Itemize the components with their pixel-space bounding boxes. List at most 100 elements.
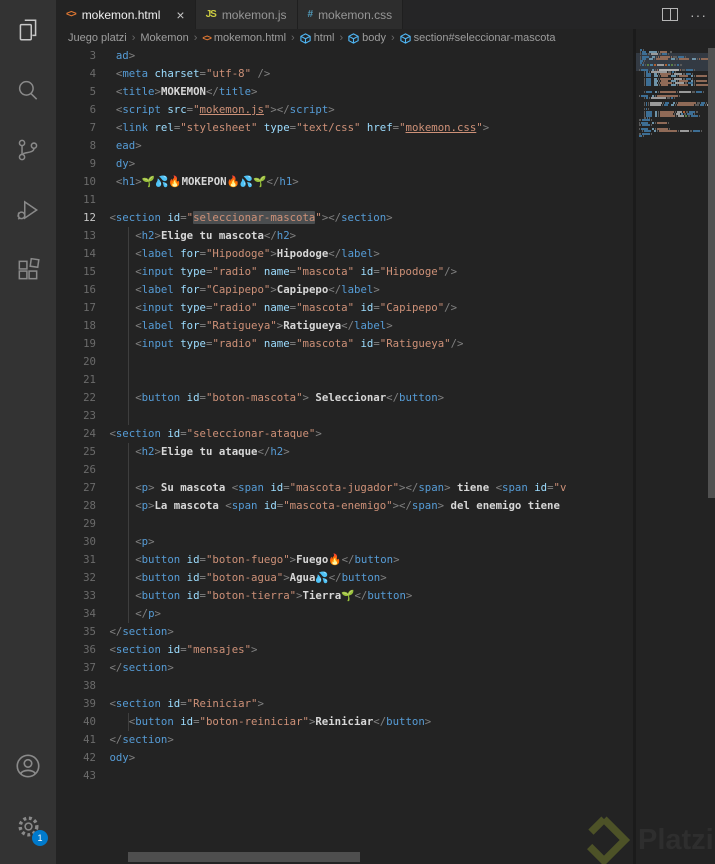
settings-gear-icon[interactable]: 1 [4,802,52,850]
line-number: 37 [83,661,96,674]
code-line[interactable]: 20 [56,353,632,371]
code-line[interactable]: 43 [56,767,632,785]
tab-mokemon-js[interactable]: JS mokemon.js [195,0,298,29]
breadcrumb-item[interactable]: section#seleccionar-mascota [400,32,556,44]
breadcrumb-item[interactable]: Mokemon [140,32,188,44]
code-line[interactable]: 32 <button id="boton-agua">Agua💦</button… [56,569,632,587]
line-content: <section id="seleccionar-mascota"></sect… [109,211,393,224]
line-number: 22 [83,391,96,404]
code-line[interactable]: 16 <label for="Capipepo">Capipepo</label… [56,281,632,299]
code-line[interactable]: 40 <button id="boton-reiniciar">Reinicia… [56,713,632,731]
code-line[interactable]: 8 ead> [56,137,632,155]
minimap-line [640,57,711,60]
html-file-icon: <> [66,9,77,20]
code-line[interactable]: 31 <button id="boton-fuego">Fuego🔥</butt… [56,551,632,569]
code-line[interactable]: 7 <link rel="stylesheet" type="text/css"… [56,119,632,137]
code-line[interactable]: 9 dy> [56,155,632,173]
code-line[interactable]: 14 <label for="Hipodoge">Hipodoge</label… [56,245,632,263]
split-editor-icon[interactable] [662,8,678,21]
line-content: <script src="mokemon.js"></script> [115,103,335,116]
code-line[interactable]: 21 [56,371,632,389]
code-line[interactable]: 30 <p> [56,533,632,551]
explorer-icon[interactable] [4,6,52,54]
code-line[interactable]: 37 </section> [56,659,632,677]
code-line[interactable]: 42 ody> [56,749,632,767]
minimap-line [639,134,645,137]
code-line[interactable]: 12 <section id="seleccionar-mascota"></s… [56,209,632,227]
code-line[interactable]: 28 <p>La mascota <span id="mascota-enemi… [56,497,632,515]
line-number: 16 [83,283,96,296]
search-icon[interactable] [4,66,52,114]
line-number: 17 [83,301,96,314]
breadcrumb-item[interactable]: <> mokemon.html [202,32,286,44]
code-line[interactable]: 11 [56,191,632,209]
code-line[interactable]: 4 <meta charset="utf-8" /> [56,65,632,83]
code-line[interactable]: 17 <input type="radio" name="mascota" id… [56,299,632,317]
code-line[interactable]: 13 <h2>Elige tu mascota</h2> [56,227,632,245]
source-control-icon[interactable] [4,126,52,174]
line-number: 43 [83,769,96,782]
activity-bar: 1 [0,0,56,864]
line-number: 25 [83,445,96,458]
code-line[interactable]: 33 <button id="boton-tierra">Tierra🌱</bu… [56,587,632,605]
code-line[interactable]: 5 <title>MOKEMON</title> [56,83,632,101]
indent-guide [128,227,129,425]
breadcrumb-separator: › [131,32,136,44]
line-number: 10 [83,175,96,188]
line-content: ad> [115,49,136,62]
vscode-window: { "colors":{ "accent":"#007acc","tag":"#… [0,0,715,864]
vertical-scrollbar[interactable] [708,48,715,498]
code-line[interactable]: 24 <section id="seleccionar-ataque"> [56,425,632,443]
code-line[interactable]: 26 [56,461,632,479]
horizontal-scrollbar[interactable] [128,852,360,862]
code-line[interactable]: 41 </section> [56,731,632,749]
code-line[interactable]: 36 <section id="mensajes"> [56,641,632,659]
line-number: 5 [89,85,96,98]
code-line[interactable]: 3 ad> [56,47,632,65]
line-number: 40 [83,715,96,728]
code-line[interactable]: 18 <label for="Ratigueya">Ratigueya</lab… [56,317,632,335]
line-content: <section id="seleccionar-ataque"> [109,427,322,440]
line-content: <button id="boton-agua">Agua💦</button> [135,571,387,584]
tab-label: mokemon.css [318,7,393,22]
more-actions-icon[interactable]: ··· [690,7,707,23]
code-line[interactable]: 22 <button id="boton-mascota"> Seleccion… [56,389,632,407]
code-line[interactable]: 35 </section> [56,623,632,641]
code-line[interactable]: 34 </p> [56,605,632,623]
line-number: 34 [83,607,96,620]
code-line[interactable]: 10 <h1>🌱💦🔥MOKEPON🔥💦🌱</h1> [56,173,632,191]
line-content: <title>MOKEMON</title> [115,85,258,98]
code-editor[interactable]: 3 ad> 4 <meta charset="utf-8" /> 5 <title>… [56,47,632,837]
code-line[interactable]: 6 <script src="mokemon.js"></script> [56,101,632,119]
breadcrumb-item[interactable]: html [300,32,334,44]
symbol-cube-icon [300,32,311,44]
tab-mokemon-css[interactable]: # mokemon.css [297,0,404,29]
tab-bar: <> mokemon.html × JS mokemon.js # mokemo… [56,0,715,29]
line-content: <section id="mensajes"> [109,643,258,656]
line-content: </section> [109,625,174,638]
line-number: 20 [83,355,96,368]
line-number: 38 [83,679,96,692]
extensions-icon[interactable] [4,246,52,294]
account-icon[interactable] [4,742,52,790]
code-line[interactable]: 39 <section id="Reiniciar"> [56,695,632,713]
line-content: <button id="boton-mascota"> Seleccionar<… [135,391,445,404]
close-tab-icon[interactable]: × [176,8,184,22]
code-line[interactable]: 29 [56,515,632,533]
tab-mokemon-html[interactable]: <> mokemon.html × [56,0,196,29]
code-line[interactable]: 25 <h2>Elige tu ataque</h2> [56,443,632,461]
breadcrumb-item[interactable]: Juego platzi [68,32,127,44]
breadcrumb-item[interactable]: body [348,32,386,44]
line-content: <button id="boton-tierra">Tierra🌱</butto… [135,589,413,602]
code-line[interactable]: 23 [56,407,632,425]
run-and-debug-icon[interactable] [4,186,52,234]
line-number: 19 [83,337,96,350]
code-line[interactable]: 15 <input type="radio" name="mascota" id… [56,263,632,281]
code-line[interactable]: 27 <p> Su mascota <span id="mascota-juga… [56,479,632,497]
code-line[interactable]: 19 <input type="radio" name="mascota" id… [56,335,632,353]
line-content: <label for="Hipodoge">Hipodoge</label> [135,247,380,260]
minimap[interactable] [633,29,711,864]
line-number: 13 [83,229,96,242]
code-line[interactable]: 38 [56,677,632,695]
line-number: 8 [89,139,96,152]
